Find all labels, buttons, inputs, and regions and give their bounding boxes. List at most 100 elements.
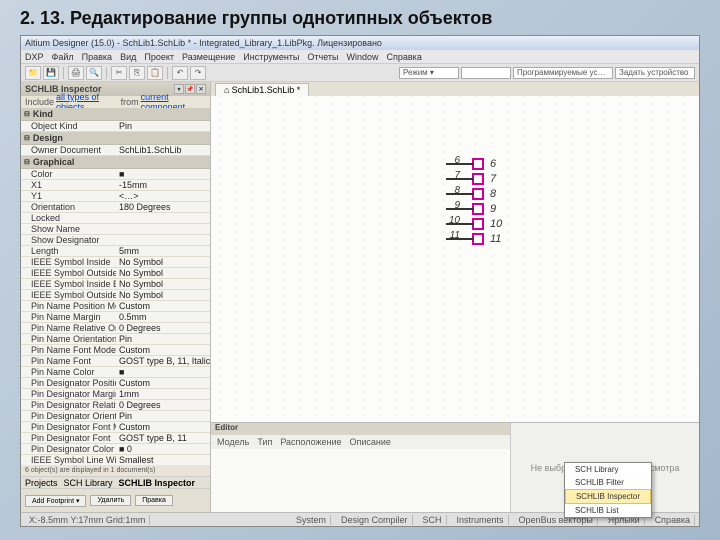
prop-row[interactable]: Show Name (21, 224, 210, 235)
prop-value[interactable]: 180 Degrees (116, 202, 210, 212)
prop-value[interactable]: <…> (116, 191, 210, 201)
add-footprint-button[interactable]: Add Footprint ▾ (25, 495, 86, 507)
prop-value[interactable]: GOST type B, 11 (116, 433, 210, 443)
prop-row[interactable]: Pin Name Orientation AnchorPin (21, 334, 210, 345)
prop-value[interactable]: Smallest (116, 455, 210, 465)
save-icon[interactable]: 💾 (43, 66, 59, 80)
prop-row[interactable]: IEEE Symbol Outside EdgeNo Symbol (21, 290, 210, 301)
prop-value[interactable]: 0.5mm (116, 312, 210, 322)
prop-value[interactable]: ■ (116, 169, 210, 179)
prop-row[interactable]: Pin Designator Position ModeCustom (21, 378, 210, 389)
menu-item[interactable]: Справка (387, 52, 422, 62)
prop-row[interactable]: Length5mm (21, 246, 210, 257)
prop-row[interactable]: Color■ (21, 169, 210, 180)
popup-item[interactable]: SCHLIB Filter (565, 476, 651, 489)
menu-item[interactable]: Файл (52, 52, 74, 62)
prop-row[interactable]: Pin Name Color■ (21, 367, 210, 378)
editor-col[interactable]: Описание (350, 437, 391, 447)
prop-row[interactable]: Pin Designator Orientation AnchorPin (21, 411, 210, 422)
editor-col[interactable]: Тип (257, 437, 272, 447)
prop-group[interactable]: Kind (21, 108, 210, 121)
prop-row[interactable]: IEEE Symbol OutsideNo Symbol (21, 268, 210, 279)
print-icon[interactable]: 🖨 (68, 66, 84, 80)
redo-icon[interactable]: ↷ (190, 66, 206, 80)
prop-row[interactable]: Orientation180 Degrees (21, 202, 210, 213)
schematic-canvas[interactable]: 6677889910101111 Mask Level Сброс (211, 96, 699, 422)
prop-row[interactable]: Pin Designator FontGOST type B, 11 (21, 433, 210, 444)
prop-value[interactable]: Custom (116, 301, 210, 311)
undo-icon[interactable]: ↶ (172, 66, 188, 80)
open-icon[interactable]: 📁 (25, 66, 41, 80)
prop-value[interactable]: -15mm (116, 180, 210, 190)
menu-item[interactable]: Проект (144, 52, 174, 62)
prop-row[interactable]: IEEE Symbol Inside EdgeNo Symbol (21, 279, 210, 290)
cut-icon[interactable]: ✂ (111, 66, 127, 80)
footer-tab[interactable]: SCH Library (64, 478, 113, 488)
status-seg[interactable]: Справка (651, 515, 695, 525)
document-tab[interactable]: ⌂ SchLib1.SchLib * (215, 83, 309, 96)
prop-group[interactable]: Design (21, 132, 210, 145)
prop-row[interactable]: Pin Designator Margin1mm (21, 389, 210, 400)
prop-value[interactable]: Pin (116, 411, 210, 421)
editor-col[interactable]: Модель (217, 437, 249, 447)
prop-value[interactable]: ■ 0 (116, 444, 210, 454)
zoom-icon[interactable]: 🔍 (86, 66, 102, 80)
prop-value[interactable]: Custom (116, 422, 210, 432)
prop-value[interactable]: No Symbol (116, 290, 210, 300)
prop-row[interactable]: Y1<…> (21, 191, 210, 202)
pin[interactable]: 1111 (446, 231, 502, 246)
copy-icon[interactable]: ⎘ (129, 66, 145, 80)
delete-button[interactable]: Удалить (90, 495, 131, 506)
prop-value[interactable]: GOST type B, 11, Italic (116, 356, 210, 366)
popup-item[interactable]: SCHLIB List (565, 504, 651, 517)
paste-icon[interactable]: 📋 (147, 66, 163, 80)
edit-button[interactable]: Правка (135, 495, 173, 506)
prop-value[interactable]: ■ (116, 367, 210, 377)
prop-value[interactable]: Custom (116, 378, 210, 388)
prop-row[interactable]: Locked (21, 213, 210, 224)
prop-value[interactable]: Custom (116, 345, 210, 355)
status-seg[interactable]: Instruments (453, 515, 509, 525)
prop-row[interactable]: Pin Name Font ModeCustom (21, 345, 210, 356)
menu-item[interactable]: Размещение (182, 52, 235, 62)
prop-row[interactable]: X1-15mm (21, 180, 210, 191)
prop-value[interactable]: Pin (116, 334, 210, 344)
prop-value[interactable]: 5mm (116, 246, 210, 256)
prop-row[interactable]: Pin Name Margin0.5mm (21, 312, 210, 323)
prop-value[interactable]: 1mm (116, 389, 210, 399)
prop-value[interactable]: No Symbol (116, 279, 210, 289)
popup-item[interactable]: SCHLIB Inspector (565, 489, 651, 504)
prop-row[interactable]: Owner DocumentSchLib1.SchLib (21, 145, 210, 156)
status-seg[interactable]: Design Compiler (337, 515, 413, 525)
mode-select[interactable] (399, 67, 459, 79)
menu-item[interactable]: Window (347, 52, 379, 62)
device-label[interactable]: Программируемые ус… (513, 67, 613, 79)
footer-tab[interactable]: SCHLIB Inspector (119, 478, 196, 488)
prop-row[interactable]: Pin Name FontGOST type B, 11, Italic (21, 356, 210, 367)
footer-tab[interactable]: Projects (25, 478, 58, 488)
prop-group[interactable]: Graphical (21, 156, 210, 169)
menu-item[interactable]: Вид (120, 52, 136, 62)
prop-row[interactable]: Pin Designator Relative Orientation0 Deg… (21, 400, 210, 411)
prop-row[interactable]: Object KindPin (21, 121, 210, 132)
prop-value[interactable]: No Symbol (116, 257, 210, 267)
prop-row[interactable]: IEEE Symbol Line WidthSmallest (21, 455, 210, 465)
editor-col[interactable]: Расположение (280, 437, 341, 447)
menu-item[interactable]: Инструменты (243, 52, 299, 62)
toolbar-field[interactable] (461, 67, 511, 79)
prop-value[interactable]: Pin (116, 121, 210, 131)
popup-item[interactable]: SCH Library (565, 463, 651, 476)
status-seg[interactable]: SCH (419, 515, 447, 525)
prop-row[interactable]: Pin Designator Color■ 0 (21, 444, 210, 455)
menu-item[interactable]: DXP (25, 52, 44, 62)
prop-row[interactable]: Pin Designator Font ModeCustom (21, 422, 210, 433)
menu-item[interactable]: Правка (82, 52, 112, 62)
prop-row[interactable]: Pin Name Relative Orientation0 Degrees (21, 323, 210, 334)
prop-value[interactable]: SchLib1.SchLib (116, 145, 210, 155)
set-device-label[interactable]: Задать устройство (615, 67, 695, 79)
prop-value[interactable]: 0 Degrees (116, 400, 210, 410)
prop-row[interactable]: Show Designator (21, 235, 210, 246)
prop-value[interactable]: No Symbol (116, 268, 210, 278)
prop-row[interactable]: IEEE Symbol InsideNo Symbol (21, 257, 210, 268)
menu-item[interactable]: Отчеты (307, 52, 338, 62)
